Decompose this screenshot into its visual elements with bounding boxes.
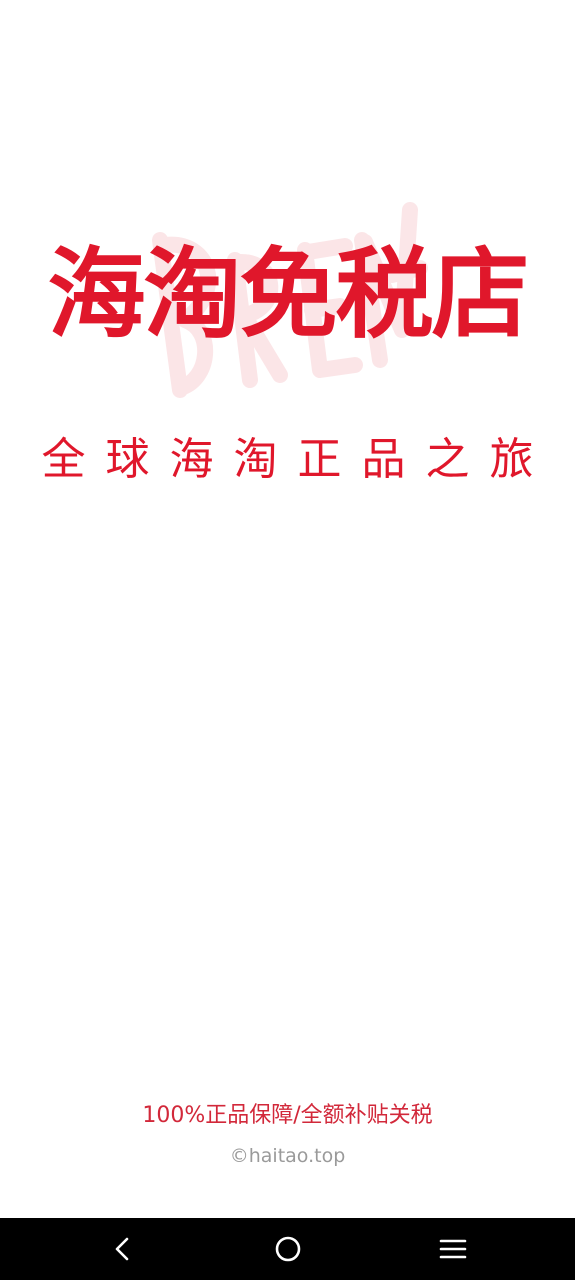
circle-home-icon (275, 1236, 301, 1262)
home-button[interactable] (248, 1218, 328, 1280)
authenticity-promise: 100%正品保障/全额补贴关税 (142, 1103, 433, 1128)
app-title: 海淘免税店 (47, 238, 529, 352)
system-navigation-bar (0, 1218, 575, 1280)
back-button[interactable] (82, 1218, 162, 1280)
menu-lines-icon (439, 1239, 467, 1259)
chevron-left-icon (115, 1237, 129, 1261)
splash-screen: 海淘免税店 全球海淘正品之旅 100%正品保障/全额补贴关税 ©haitao.t… (0, 0, 575, 1280)
app-tagline: 全球海淘正品之旅 (41, 434, 554, 485)
copyright-text: ©haitao.top (229, 1145, 346, 1167)
recents-button[interactable] (413, 1218, 493, 1280)
